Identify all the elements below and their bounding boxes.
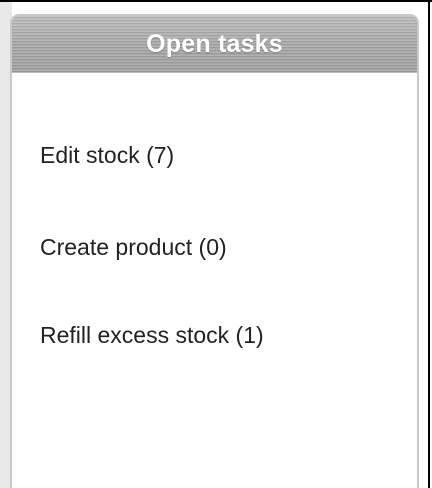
panel-header: Open tasks [12,16,417,73]
open-tasks-panel: Open tasks Edit stock (7) Create product… [10,14,419,488]
task-item-create-product[interactable]: Create product (0) [40,234,227,261]
task-item-edit-stock[interactable]: Edit stock (7) [40,142,174,169]
top-border-line [0,0,432,2]
panel-title: Open tasks [146,29,283,58]
task-item-refill-excess-stock[interactable]: Refill excess stock (1) [40,322,264,349]
right-border-line [428,0,430,488]
